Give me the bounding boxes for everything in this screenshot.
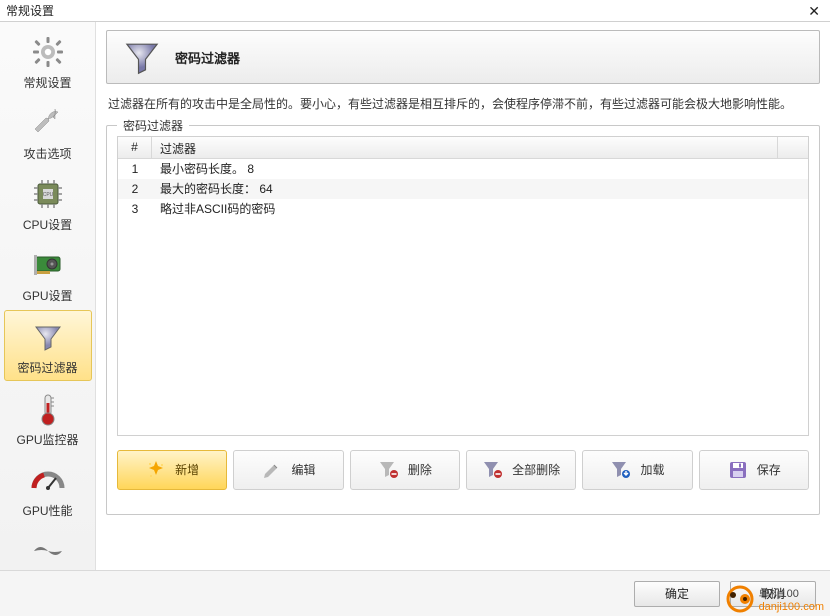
table-header: # 过滤器	[118, 137, 808, 159]
delete-all-button[interactable]: 全部删除	[466, 450, 576, 490]
sidebar-item-label: CPU设置	[4, 216, 92, 233]
save-button[interactable]: 保存	[699, 450, 809, 490]
sidebar-item-label: GPU设置	[4, 287, 92, 304]
window-title: 常规设置	[6, 2, 54, 19]
sparkle-icon	[145, 459, 167, 481]
sidebar: 常规设置 攻击选项 CPU CPU设置 GPU设置 密码过滤器	[0, 22, 96, 570]
button-label: 编辑	[291, 461, 315, 478]
column-number[interactable]: #	[118, 137, 152, 158]
load-button[interactable]: 加载	[582, 450, 692, 490]
edit-button[interactable]: 编辑	[233, 450, 343, 490]
button-label: 删除	[408, 461, 432, 478]
group-title: 密码过滤器	[117, 117, 189, 134]
sidebar-item-gpu[interactable]: GPU设置	[4, 239, 92, 308]
funnel-load-icon	[610, 459, 632, 481]
button-label: 加载	[640, 461, 664, 478]
svg-text:CPU: CPU	[42, 192, 53, 198]
sidebar-item-monitor[interactable]: GPU监控器	[4, 383, 92, 452]
button-label: 取消	[761, 585, 785, 602]
ok-button[interactable]: 确定	[634, 581, 720, 607]
button-label: 全部删除	[512, 461, 560, 478]
sidebar-item-extra[interactable]	[4, 525, 92, 570]
sidebar-item-label: 常规设置	[4, 74, 92, 91]
cell-num: 1	[118, 162, 152, 176]
sidebar-item-attack[interactable]: 攻击选项	[4, 97, 92, 166]
filter-groupbox: 密码过滤器 # 过滤器 1 最小密码长度。 8 2 最大的密码长度： 64	[106, 125, 820, 515]
gpu-icon	[4, 245, 92, 285]
filter-toolbar: 新增 编辑 删除 全部	[117, 450, 809, 490]
content-panel: 密码过滤器 过滤器在所有的攻击中是全局性的。要小心，有些过滤器是相互排斥的，会使…	[96, 22, 830, 570]
sidebar-item-label: 密码过滤器	[5, 359, 91, 376]
funnel-remove-all-icon	[482, 459, 504, 481]
button-label: 新增	[175, 461, 199, 478]
close-icon[interactable]: ✕	[804, 4, 824, 18]
pencil-icon	[261, 459, 283, 481]
button-label: 确定	[665, 585, 689, 602]
sidebar-item-label: GPU性能	[4, 502, 92, 519]
page-description: 过滤器在所有的攻击中是全局性的。要小心，有些过滤器是相互排斥的，会使程序停滞不前…	[108, 96, 818, 113]
table-row[interactable]: 1 最小密码长度。 8	[118, 159, 808, 179]
table-body: 1 最小密码长度。 8 2 最大的密码长度： 64 3 略过非ASCII码的密码	[118, 159, 808, 219]
new-button[interactable]: 新增	[117, 450, 227, 490]
fan-icon	[4, 531, 92, 570]
funnel-remove-icon	[378, 459, 400, 481]
sidebar-item-general[interactable]: 常规设置	[4, 26, 92, 95]
table-row[interactable]: 2 最大的密码长度： 64	[118, 179, 808, 199]
cell-name: 最大的密码长度： 64	[152, 180, 808, 197]
cell-name: 最小密码长度。 8	[152, 160, 808, 177]
sidebar-item-label: GPU监控器	[4, 431, 92, 448]
column-spare	[778, 137, 808, 158]
sidebar-item-label: 攻击选项	[4, 145, 92, 162]
gauge-icon	[4, 460, 92, 500]
sidebar-item-filter[interactable]: 密码过滤器	[4, 310, 92, 381]
thermometer-icon	[4, 389, 92, 429]
sidebar-item-cpu[interactable]: CPU CPU设置	[4, 168, 92, 237]
cancel-button[interactable]: 取消	[730, 581, 816, 607]
funnel-icon	[5, 317, 91, 357]
page-title: 密码过滤器	[175, 48, 240, 67]
cell-num: 3	[118, 202, 152, 216]
save-icon	[727, 459, 749, 481]
column-filter[interactable]: 过滤器	[152, 137, 778, 158]
cell-name: 略过非ASCII码的密码	[152, 200, 808, 217]
cell-num: 2	[118, 182, 152, 196]
dialog-footer: 确定 取消 单机100 danji100.com	[0, 570, 830, 616]
filter-table: # 过滤器 1 最小密码长度。 8 2 最大的密码长度： 64 3	[117, 136, 809, 436]
table-row[interactable]: 3 略过非ASCII码的密码	[118, 199, 808, 219]
funnel-icon	[119, 34, 165, 80]
sidebar-item-performance[interactable]: GPU性能	[4, 454, 92, 523]
cpu-icon: CPU	[4, 174, 92, 214]
gear-icon	[4, 32, 92, 72]
wrench-icon	[4, 103, 92, 143]
titlebar: 常规设置 ✕	[0, 0, 830, 22]
delete-button[interactable]: 删除	[350, 450, 460, 490]
page-header: 密码过滤器	[106, 30, 820, 84]
button-label: 保存	[757, 461, 781, 478]
